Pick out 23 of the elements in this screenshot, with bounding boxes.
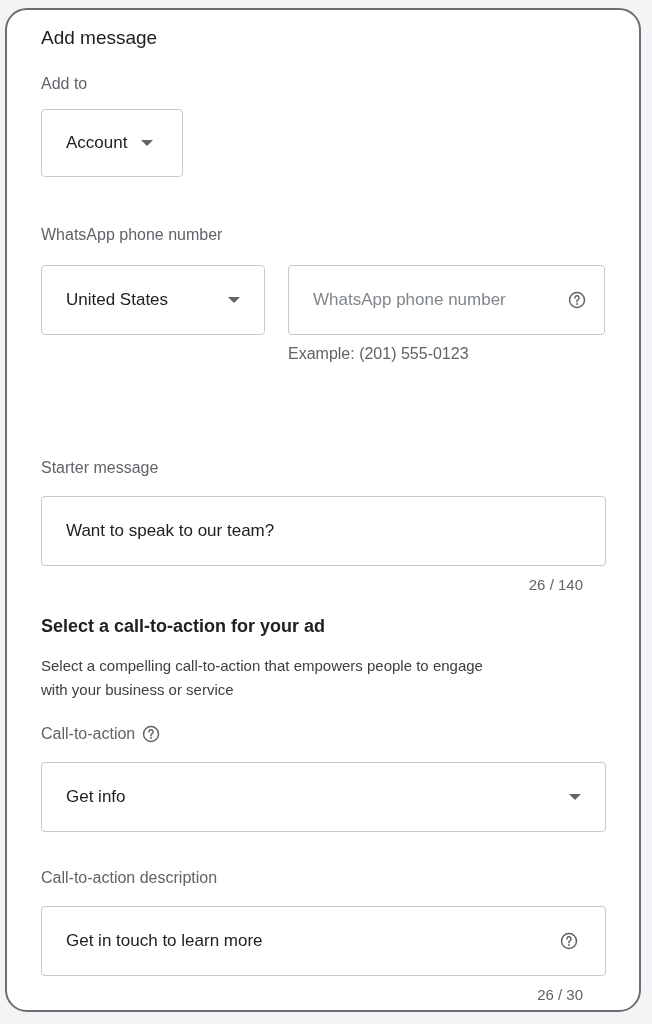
caret-icon [141,140,154,146]
section-title: Add message [41,26,159,48]
help-icon[interactable] [567,290,587,310]
character-count: 26 / 30 [537,984,583,1005]
description-field[interactable]: Get in touch to learn more [41,905,606,976]
call-to-action-dropdown[interactable]: Get info [41,761,606,832]
section-heading: Select a call-to-action for your ad [41,614,327,638]
field-label: Call-to-action [41,723,136,744]
country-dropdown[interactable]: United States [41,265,265,335]
caret-icon [569,793,581,800]
field-label: Call-to-action description [41,868,218,886]
caret-icon [228,297,240,303]
field-label: WhatsApp phone number [41,226,223,243]
field-hint: Example: (201) 555-0123 [288,344,470,364]
account-dropdown[interactable]: Account [41,109,183,177]
starter-message-field[interactable]: Want to speak to our team? [41,496,606,566]
help-icon[interactable] [141,723,162,744]
field-label: Starter message [41,459,159,476]
section-description: Select a compelling call-to-action that empowers people to engage with your business or service [41,655,484,700]
character-count: 26 / 140 [528,575,583,595]
help-icon[interactable] [559,930,579,951]
phone-field[interactable]: WhatsApp phone number [288,265,605,335]
field-label: Add to [41,75,88,92]
